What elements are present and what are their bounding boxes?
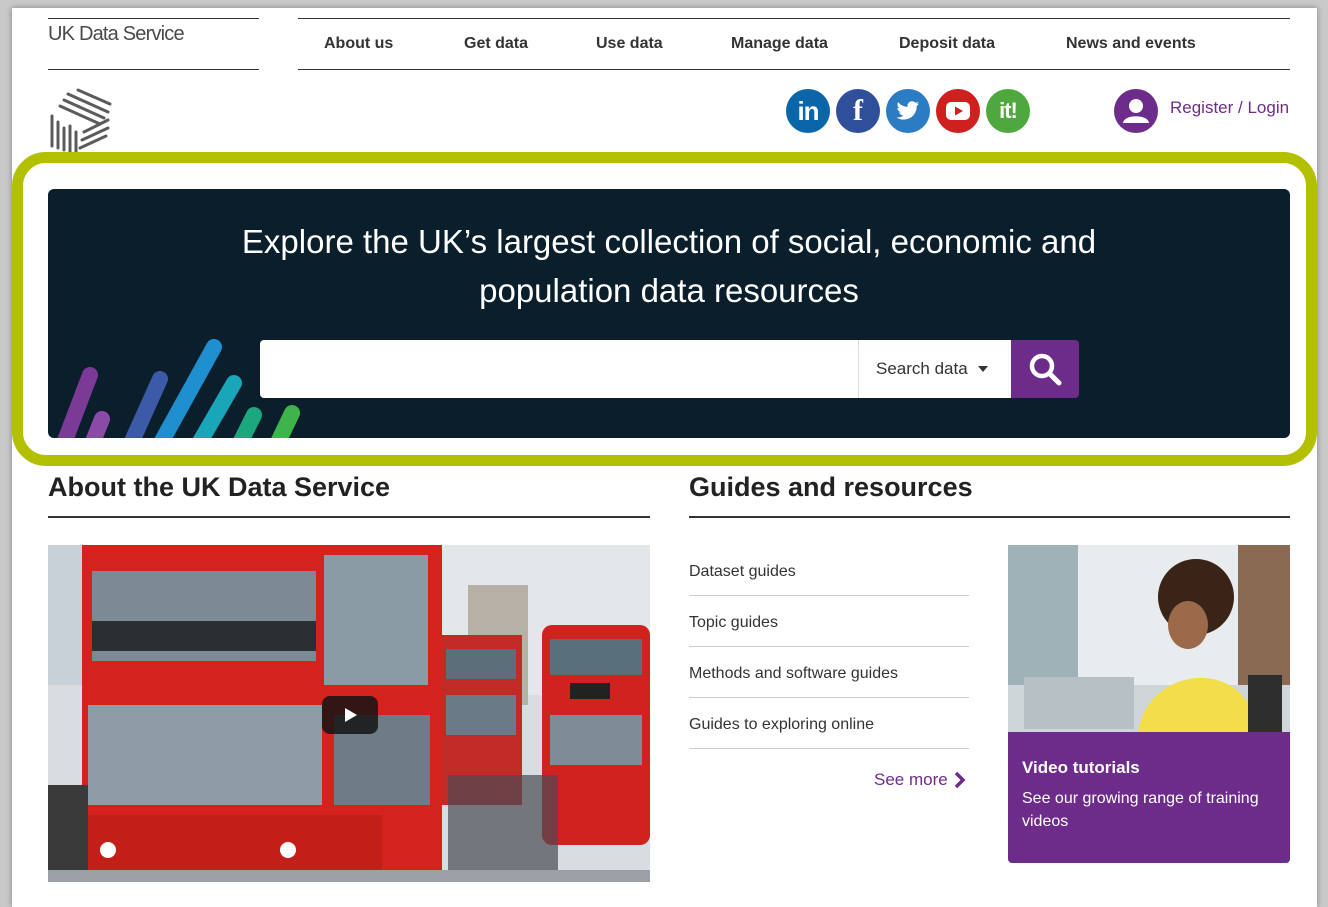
search-icon: [1029, 353, 1062, 386]
london-buses-video-thumbnail[interactable]: [48, 545, 650, 882]
video-tutorials-image: [1008, 545, 1290, 732]
twitter-icon[interactable]: [886, 89, 930, 133]
brand-block[interactable]: UK Data Service: [48, 18, 259, 70]
search-scope-label: Search data: [876, 359, 968, 378]
register-login-link[interactable]: Register / Login: [1170, 98, 1289, 118]
play-icon[interactable]: [322, 696, 378, 734]
nav-manage-data[interactable]: Manage data: [731, 35, 828, 53]
see-more-link[interactable]: See more: [874, 770, 966, 790]
search-button[interactable]: [1011, 340, 1079, 398]
guide-link-topic[interactable]: Topic guides: [689, 596, 969, 647]
nav-deposit-data[interactable]: Deposit data: [899, 35, 995, 53]
nav-use-data[interactable]: Use data: [596, 35, 663, 53]
guides-divider: [689, 516, 1290, 518]
user-avatar-icon[interactable]: [1114, 89, 1158, 133]
guide-link-exploring-online[interactable]: Guides to exploring online: [689, 698, 969, 749]
nav-get-data[interactable]: Get data: [464, 35, 528, 53]
social-links: in f it!: [786, 89, 1030, 133]
uk-data-service-logo-icon[interactable]: [48, 86, 112, 154]
chevron-right-icon: [954, 771, 966, 789]
see-more-label: See more: [874, 770, 948, 789]
video-tutorials-panel: Video tutorials See our growing range of…: [1008, 732, 1290, 863]
facebook-icon[interactable]: f: [836, 89, 880, 133]
linkedin-icon[interactable]: in: [786, 89, 830, 133]
guides-list: Dataset guides Topic guides Methods and …: [689, 545, 969, 749]
video-tutorials-title: Video tutorials: [1022, 758, 1140, 777]
it-icon[interactable]: it!: [986, 89, 1030, 133]
guides-section-title: Guides and resources: [689, 472, 973, 502]
about-divider: [48, 516, 650, 518]
top-navigation: About us Get data Use data Manage data D…: [298, 18, 1290, 70]
guide-link-dataset[interactable]: Dataset guides: [689, 545, 969, 596]
search-scope-dropdown[interactable]: Search data: [858, 340, 1011, 398]
video-tutorials-card[interactable]: Video tutorials See our growing range of…: [1008, 545, 1290, 863]
video-tutorials-text: See our growing range of training videos: [1022, 790, 1259, 830]
hero-title-line2: population data resources: [479, 272, 859, 309]
about-section-title: About the UK Data Service: [48, 472, 391, 502]
hero-title-line1: Explore the UK’s largest collection of s…: [241, 223, 1097, 260]
search-input[interactable]: [260, 340, 858, 398]
hero-banner: Explore the UK’s largest collection of s…: [48, 189, 1290, 438]
nav-about-us[interactable]: About us: [324, 35, 393, 53]
hero-title: Explore the UK’s largest collection of s…: [48, 217, 1290, 315]
brand-name[interactable]: UK Data Service: [48, 23, 185, 46]
youtube-icon[interactable]: [936, 89, 980, 133]
guide-link-methods-software[interactable]: Methods and software guides: [689, 647, 969, 698]
caret-down-icon: [977, 366, 988, 372]
nav-news-and-events[interactable]: News and events: [1066, 35, 1196, 53]
page: UK Data Service About us Get data Use da…: [12, 8, 1317, 907]
